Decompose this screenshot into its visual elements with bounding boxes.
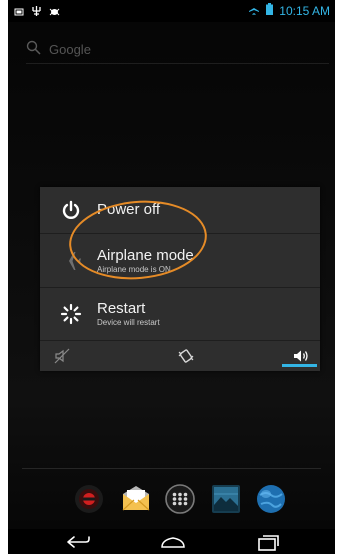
airplane-mode-text: Airplane mode Airplane mode is ON bbox=[97, 247, 194, 275]
usb-debugging-icon bbox=[31, 4, 42, 22]
silent-mode-button[interactable] bbox=[40, 341, 133, 371]
system-status: 10:15 AM bbox=[248, 3, 330, 19]
battery-icon bbox=[266, 3, 274, 19]
dock-divider bbox=[22, 468, 321, 469]
sound-mode-selector bbox=[40, 341, 320, 371]
back-button[interactable] bbox=[58, 531, 98, 553]
gallery-app-icon[interactable] bbox=[209, 482, 243, 516]
airplane-mode-label: Airplane mode bbox=[97, 246, 194, 264]
power-off-text: Power off bbox=[97, 201, 160, 219]
status-bar: 10:15 AM bbox=[8, 0, 335, 22]
global-actions-dialog: Power off Airplane mode Airplane mode is… bbox=[40, 187, 320, 371]
notification-icons bbox=[14, 4, 60, 22]
airplane-mode-icon bbox=[248, 3, 260, 19]
recents-button[interactable] bbox=[248, 531, 288, 553]
app-drawer-icon[interactable] bbox=[163, 482, 197, 516]
clock: 10:15 AM bbox=[279, 4, 330, 18]
silent-icon bbox=[54, 348, 70, 369]
email-app-icon[interactable] bbox=[119, 482, 153, 516]
restart-description: Device will restart bbox=[97, 318, 160, 327]
restart-option[interactable]: Restart Device will restart bbox=[40, 288, 320, 340]
browser-app-icon[interactable] bbox=[254, 482, 288, 516]
power-off-label: Power off bbox=[97, 201, 161, 218]
search-placeholder: Google bbox=[49, 41, 91, 57]
google-search-bar[interactable]: Google bbox=[26, 35, 329, 64]
airplane-icon bbox=[60, 250, 82, 272]
search-icon bbox=[26, 40, 41, 58]
screenshot-icon bbox=[14, 4, 24, 22]
restart-label: Restart bbox=[97, 300, 146, 317]
navigation-bar bbox=[8, 529, 335, 554]
power-off-option[interactable]: Power off bbox=[40, 187, 320, 233]
android-screen: 10:15 AM Google Power off Airplane mode … bbox=[8, 0, 335, 554]
airplane-mode-status: Airplane mode is ON bbox=[97, 264, 171, 274]
vibrate-mode-button[interactable] bbox=[133, 341, 226, 371]
restart-icon bbox=[60, 303, 82, 325]
home-button[interactable] bbox=[153, 531, 193, 553]
power-icon bbox=[60, 199, 82, 221]
restart-text: Restart Device will restart bbox=[97, 300, 160, 328]
bug-icon bbox=[49, 4, 60, 22]
vibrate-icon bbox=[177, 347, 195, 370]
selected-mode-indicator bbox=[282, 364, 317, 367]
airplane-mode-option[interactable]: Airplane mode Airplane mode is ON bbox=[40, 234, 320, 287]
camera-app-icon[interactable] bbox=[72, 482, 106, 516]
